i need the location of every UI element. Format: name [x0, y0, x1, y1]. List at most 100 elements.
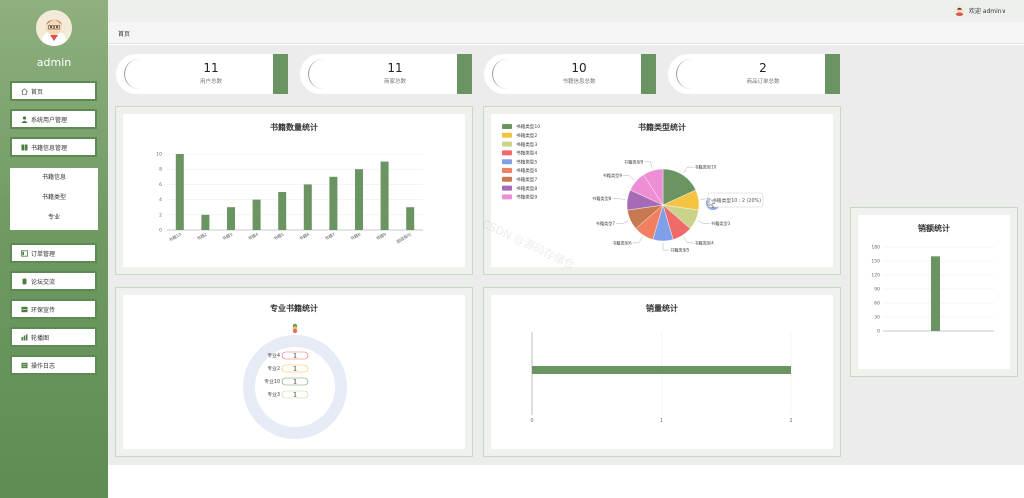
menu-item-orders[interactable]: 订单管理	[10, 243, 97, 263]
pie-label-line	[622, 175, 635, 181]
y-tick-label: 180	[871, 245, 880, 251]
stat-card-books: 10 书籍信息总数	[484, 54, 656, 94]
book-quantity-chart: 0 2 4 6 8 10 书籍10 书籍2 书籍3 书籍4 书籍5 书籍6 书籍7 书籍8 书籍9 超级帮忙	[156, 152, 423, 245]
top-bar: 欢迎 admin∨	[108, 0, 1024, 22]
stat-card-orders: 2 商品订单总数	[668, 54, 840, 94]
x-tick-label: 书籍7	[323, 231, 336, 243]
book-quantity-chart-panel: 书籍数量统计 0 2 4 6 8 10 书籍10 书籍2 书籍3 书籍4 书籍5 书籍6 书籍7 书籍8 书…	[115, 106, 473, 275]
stat-accent-bar	[457, 54, 472, 94]
menu-item-forum[interactable]: 论坛交流	[10, 271, 97, 291]
avatar[interactable]	[36, 10, 72, 46]
stat-arc-icon	[124, 59, 154, 89]
promo-icon	[21, 306, 28, 313]
forum-icon	[21, 278, 28, 285]
stat-arc-icon	[492, 59, 522, 89]
pie-label-line	[683, 166, 694, 174]
legend-label: 书籍类型10	[516, 123, 540, 130]
pie-label-line	[697, 220, 710, 224]
menu-item-label: 轮播图	[31, 334, 50, 342]
legend-swatch	[502, 176, 512, 182]
pie-label: 书籍类型4	[694, 239, 714, 246]
submenu-item-major[interactable]: 专业	[10, 208, 98, 228]
donut-value: 1	[293, 392, 297, 399]
donut-value: 1	[293, 366, 297, 373]
legend-label: 书籍类型7	[516, 176, 537, 183]
legend-swatch	[502, 124, 512, 129]
stat-arc-icon	[308, 59, 338, 89]
legend-label: 书籍类型9	[516, 194, 537, 201]
y-tick-label: 150	[871, 259, 880, 265]
sales-amount-chart-panel: 销额统计 0 30 60 90 120 150 180	[850, 207, 1018, 377]
menu-item-label: 首页	[31, 88, 44, 96]
y-tick-label: 60	[874, 301, 880, 307]
x-tick-label: 书籍6	[298, 231, 311, 243]
menu-item-label: 环保宣传	[31, 306, 56, 314]
stat-accent-bar	[273, 54, 288, 94]
bar	[175, 154, 184, 230]
y-tick-label: 10	[156, 152, 162, 158]
sales-volume-chart-panel: 销量统计 012	[483, 287, 841, 457]
stat-label: 书籍信息总数	[562, 79, 596, 85]
pie-label: 书籍类型8	[592, 195, 612, 202]
x-tick-label: 1	[660, 418, 663, 424]
donut-label: 专业3	[267, 391, 280, 398]
stat-value: 11	[387, 61, 403, 75]
menu-item-operation-log[interactable]: 操作日志	[10, 355, 97, 375]
legend-swatch	[502, 194, 512, 200]
bar	[227, 207, 235, 230]
pie-label: 书籍类型5	[670, 247, 690, 254]
menu-item-home[interactable]: 首页	[10, 81, 97, 101]
pie-label: 书籍类型3	[711, 220, 731, 227]
pie-label: 书籍类型6	[612, 239, 632, 246]
bar	[201, 214, 210, 230]
menu-item-label: 论坛交流	[31, 278, 56, 286]
donut-label: 专业10	[264, 378, 280, 385]
stat-label: 商家总数	[383, 79, 406, 85]
major-books-chart: 专业4 1 专业2 1 专业10 1 专业3 1	[243, 323, 347, 439]
bar	[303, 184, 312, 230]
x-tick-label: 2	[789, 418, 792, 424]
pie-label-line	[632, 236, 643, 244]
menu-item-system-users[interactable]: 系统用户管理	[10, 109, 97, 129]
menu-item-label: 操作日志	[31, 362, 56, 370]
user-menu[interactable]: 欢迎 admin∨	[953, 5, 1006, 16]
breadcrumb-home[interactable]: 首页	[118, 29, 130, 38]
menu-item-eco-promo[interactable]: 环保宣传	[10, 299, 97, 319]
bar	[278, 192, 287, 230]
x-tick-label: 超级帮忙	[395, 230, 414, 245]
submenu-item-book-type[interactable]: 书籍类型	[10, 188, 98, 208]
stat-card-users: 11 用户总数	[116, 54, 288, 94]
y-tick-label: 120	[871, 273, 880, 279]
bar	[380, 161, 389, 230]
x-tick-label: 书籍3	[221, 231, 234, 243]
x-tick-label: 书籍2	[195, 231, 208, 243]
pie-label: 书籍类型9	[603, 172, 623, 179]
x-tick-label: 书籍4	[247, 231, 260, 243]
book-submenu: 书籍信息 书籍类型 专业	[10, 168, 98, 230]
stat-label: 商品订单总数	[746, 79, 780, 85]
menu-item-book-info[interactable]: 书籍信息管理	[10, 137, 97, 157]
bar	[406, 207, 415, 230]
stat-accent-bar	[641, 54, 656, 94]
legend-label: 书籍类型8	[516, 185, 537, 192]
submenu-item-book-info[interactable]: 书籍信息	[10, 168, 98, 188]
legend-label: 书籍类型3	[516, 141, 537, 148]
breadcrumb: 首页	[108, 22, 1024, 44]
user-avatar-icon	[953, 5, 965, 16]
y-tick-label: 4	[159, 197, 162, 203]
y-tick-label: 0	[159, 228, 162, 234]
home-icon	[21, 87, 28, 95]
y-tick-label: 6	[159, 182, 162, 188]
menu-item-label: 订单管理	[31, 250, 56, 258]
pie-label: 书籍类型10	[694, 164, 716, 171]
order-icon	[21, 249, 28, 257]
legend-swatch	[502, 132, 512, 138]
bar	[532, 366, 791, 374]
bar	[355, 169, 363, 230]
legend-swatch	[502, 159, 512, 165]
legend-label: 书籍类型4	[516, 150, 537, 157]
y-tick-label: 30	[874, 315, 880, 321]
menu-item-carousel[interactable]: 轮播图	[10, 327, 97, 347]
admin-name: admin	[36, 56, 72, 69]
pie-label-line	[616, 220, 629, 224]
